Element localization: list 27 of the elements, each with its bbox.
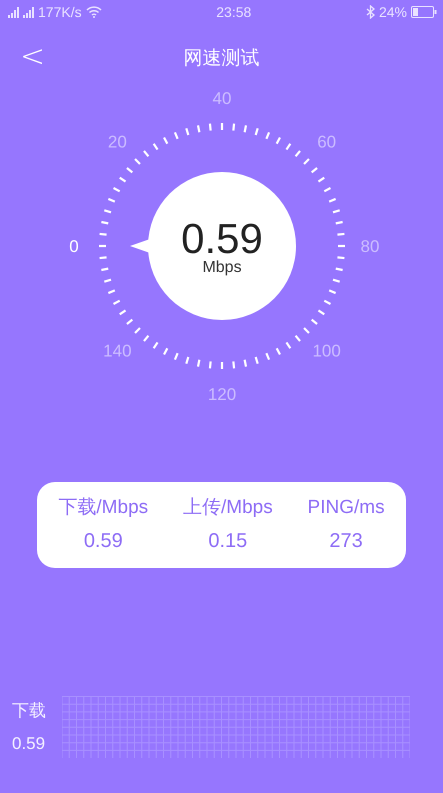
page-title: 网速测试 (184, 46, 260, 71)
scale-label: 60 (317, 132, 336, 152)
scale-label: 120 (208, 385, 236, 404)
scale-label: 40 (212, 89, 232, 108)
network-speed: 177K/s (38, 2, 82, 22)
battery-percent: 24% (378, 2, 407, 22)
battery-icon (410, 6, 437, 18)
scale-label: 80 (360, 237, 380, 256)
stat-value: 0.15 (208, 529, 248, 554)
history-value: 0.59 (12, 733, 46, 755)
speed-unit: Mbps (202, 259, 242, 276)
stat-value: 0.59 (84, 529, 123, 554)
stat-label: PING/ms (308, 496, 385, 520)
back-button[interactable]: < (14, 42, 52, 72)
stat-value: 273 (329, 529, 363, 554)
scale-label: 140 (103, 342, 132, 361)
bluetooth-icon (366, 5, 375, 19)
scale-label: 100 (312, 342, 341, 361)
wifi-icon (86, 6, 102, 18)
stat-label: 上传/Mbps (182, 496, 273, 520)
stat-label: 下载/Mbps (58, 496, 148, 520)
scale-label: 20 (108, 132, 127, 152)
scale-label: 0 (69, 237, 79, 256)
signal-icon (23, 6, 34, 18)
signal-icon (8, 6, 19, 18)
history-label: 下载 (12, 700, 47, 722)
clock-time: 23:58 (216, 2, 252, 22)
